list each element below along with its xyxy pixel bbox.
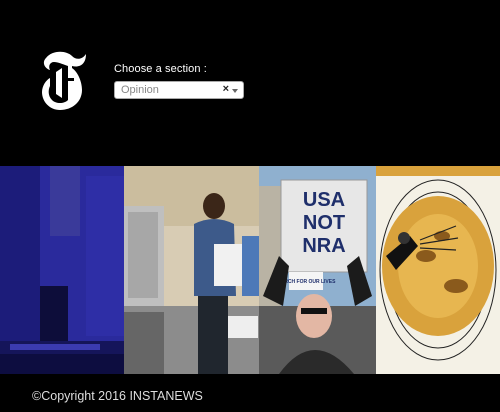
article-tile[interactable] [124, 166, 259, 374]
article-tile[interactable] [0, 166, 124, 374]
site-footer: ©Copyright 2016 INSTANEWS [0, 374, 500, 412]
section-label: Choose a section : [114, 63, 207, 75]
protest-photo: USA NOT NRA MARCH FOR OUR LIVES [259, 166, 376, 374]
stage-photo [0, 166, 124, 374]
copyright-text: ©Copyright 2016 INSTANEWS [32, 389, 203, 403]
sign-text-line: NRA [302, 235, 345, 257]
article-tile[interactable] [376, 166, 500, 374]
nyt-t-logo-icon[interactable] [38, 48, 90, 114]
illustration-photo [376, 166, 500, 374]
section-select-value: Opinion [121, 84, 159, 96]
sign-text-line: NOT [303, 212, 345, 234]
site-header: Choose a section : Opinion × [0, 0, 500, 165]
section-select[interactable]: Opinion × [114, 81, 244, 99]
clear-icon[interactable]: × [223, 83, 229, 95]
sign-text-line: USA [303, 189, 345, 211]
article-grid: USA NOT NRA MARCH FOR OUR LIVES [0, 166, 500, 374]
chevron-down-icon[interactable] [232, 89, 238, 93]
article-tile[interactable]: USA NOT NRA MARCH FOR OUR LIVES [259, 166, 376, 374]
election-worker-photo [124, 166, 259, 374]
